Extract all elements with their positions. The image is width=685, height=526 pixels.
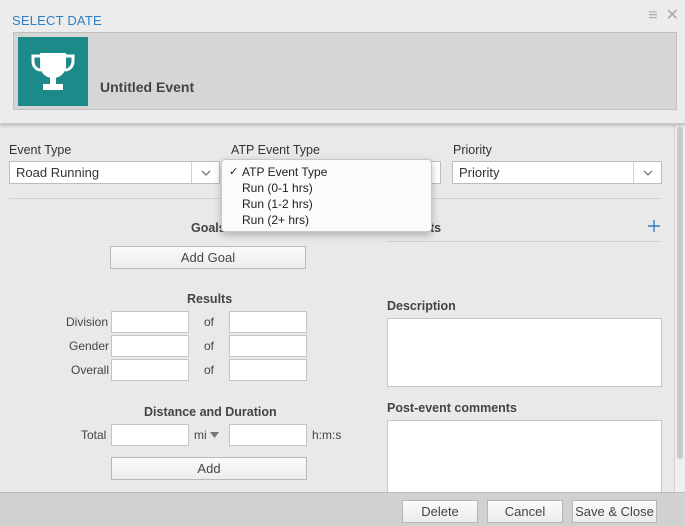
select-date-link[interactable]: SELECT DATE (12, 13, 102, 28)
footer-bar: Delete Cancel Save & Close (0, 492, 685, 526)
checkmark-icon: ✓ (229, 166, 239, 178)
priority-select[interactable]: Priority (452, 161, 662, 184)
caret-down-icon (209, 432, 219, 438)
option-label: Run (0-1 hrs) (242, 181, 313, 195)
scrollbar[interactable] (674, 125, 685, 492)
of-label: of (204, 363, 215, 377)
trophy-icon (18, 37, 88, 106)
priority-label: Priority (453, 143, 492, 157)
dropdown-option[interactable]: Run (2+ hrs) (222, 212, 431, 228)
atp-event-type-dropdown[interactable]: ✓ ATP Event Type Run (0-1 hrs) Run (1-2 … (221, 159, 432, 232)
chevron-down-icon (191, 162, 219, 183)
description-label: Description (387, 299, 456, 313)
save-close-button[interactable]: Save & Close (572, 500, 657, 523)
dropdown-option[interactable]: ✓ ATP Event Type (222, 164, 431, 180)
atp-event-type-label: ATP Event Type (231, 143, 320, 157)
division-label: Division (66, 315, 109, 329)
gender-total-input[interactable] (229, 335, 307, 357)
dropdown-option[interactable]: Run (1-2 hrs) (222, 196, 431, 212)
divider (387, 241, 662, 242)
of-label: of (204, 315, 215, 329)
overall-place-input[interactable] (111, 359, 189, 381)
add-distance-button[interactable]: Add (111, 457, 307, 480)
chevron-down-icon (633, 162, 661, 183)
distance-input[interactable] (111, 424, 189, 446)
event-header: SELECT DATE ≡ ✕ Untitled Event (0, 0, 685, 124)
option-label: ATP Event Type (242, 165, 328, 179)
add-goal-button[interactable]: Add Goal (110, 246, 306, 269)
event-type-select[interactable]: Road Running (9, 161, 220, 184)
time-unit-label: h:m:s (312, 428, 342, 442)
event-card: Untitled Event (13, 32, 677, 110)
option-label: Run (2+ hrs) (242, 213, 310, 227)
unit-select[interactable]: mi (194, 428, 219, 442)
dropdown-option[interactable]: Run (0-1 hrs) (222, 180, 431, 196)
overall-label: Overall (71, 363, 110, 377)
priority-value: Priority (459, 165, 500, 180)
close-icon[interactable]: ✕ (666, 8, 679, 24)
event-title[interactable]: Untitled Event (100, 79, 194, 95)
of-label: of (204, 339, 215, 353)
plus-icon[interactable] (647, 219, 661, 233)
distance-duration-title: Distance and Duration (144, 405, 277, 419)
option-label: Run (1-2 hrs) (242, 197, 313, 211)
description-textarea[interactable] (387, 318, 662, 387)
unit-value: mi (194, 428, 207, 442)
division-place-input[interactable] (111, 311, 189, 333)
gender-label: Gender (69, 339, 110, 353)
overall-total-input[interactable] (229, 359, 307, 381)
results-title: Results (187, 292, 233, 306)
post-event-comments-textarea[interactable] (387, 420, 662, 492)
event-type-label: Event Type (9, 143, 72, 157)
duration-input[interactable] (229, 424, 307, 446)
cancel-button[interactable]: Cancel (487, 500, 563, 523)
menu-icon[interactable]: ≡ (648, 8, 657, 24)
delete-button[interactable]: Delete (402, 500, 478, 523)
post-event-comments-label: Post-event comments (387, 401, 517, 415)
scroll-thumb[interactable] (677, 127, 683, 459)
window-controls: ≡ ✕ (648, 8, 679, 24)
total-label: Total (81, 428, 107, 442)
gender-place-input[interactable] (111, 335, 189, 357)
event-type-value: Road Running (16, 165, 100, 180)
division-total-input[interactable] (229, 311, 307, 333)
